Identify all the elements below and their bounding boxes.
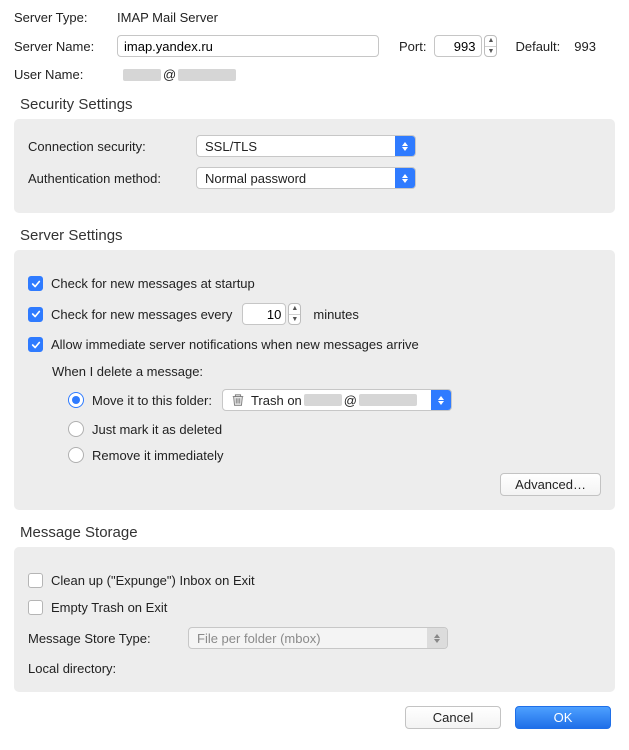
select-arrows-icon: [427, 628, 447, 648]
connection-security-select[interactable]: SSL/TLS: [196, 135, 416, 157]
chevron-down-icon: ▼: [485, 47, 496, 57]
interval-stepper[interactable]: ▲ ▼: [288, 303, 301, 325]
chevron-up-icon: ▲: [289, 304, 300, 315]
empty-trash-checkbox[interactable]: [28, 600, 43, 615]
at-sign: @: [344, 393, 357, 408]
minutes-label: minutes: [313, 307, 359, 322]
server-type-label: Server Type:: [14, 10, 109, 25]
auth-method-value: Normal password: [205, 171, 306, 186]
section-title-storage: Message Storage: [20, 524, 615, 541]
radio-move-folder[interactable]: [68, 392, 84, 408]
radio-remove-immediately[interactable]: [68, 447, 84, 463]
radio-remove-label: Remove it immediately: [92, 448, 224, 463]
default-port-label: Default:: [515, 39, 560, 54]
section-title-server: Server Settings: [20, 227, 615, 244]
user-name-input[interactable]: @: [117, 67, 379, 82]
check-every-checkbox[interactable]: [28, 307, 43, 322]
server-type-value: IMAP Mail Server: [117, 10, 218, 25]
trash-folder-select[interactable]: Trash on @: [222, 389, 452, 411]
check-startup-label: Check for new messages at startup: [51, 276, 255, 291]
cancel-button[interactable]: Cancel: [405, 706, 501, 729]
select-arrows-icon: [431, 390, 451, 410]
redacted-text: [304, 394, 342, 406]
connection-security-value: SSL/TLS: [205, 139, 257, 154]
storage-panel: Clean up ("Expunge") Inbox on Exit Empty…: [14, 547, 615, 692]
redacted-text: [359, 394, 417, 406]
radio-mark-label: Just mark it as deleted: [92, 422, 222, 437]
ok-button[interactable]: OK: [515, 706, 611, 729]
advanced-button[interactable]: Advanced…: [500, 473, 601, 496]
expunge-label: Clean up ("Expunge") Inbox on Exit: [51, 573, 255, 588]
server-name-input[interactable]: [117, 35, 379, 57]
user-name-label: User Name:: [14, 67, 109, 82]
local-directory-label: Local directory:: [28, 661, 601, 676]
security-panel: Connection security: SSL/TLS Authenticat…: [14, 119, 615, 213]
delete-message-title: When I delete a message:: [52, 364, 601, 379]
connection-security-label: Connection security:: [28, 139, 196, 154]
empty-trash-label: Empty Trash on Exit: [51, 600, 167, 615]
check-interval-input[interactable]: [242, 303, 286, 325]
store-type-label: Message Store Type:: [28, 631, 188, 646]
check-startup-checkbox[interactable]: [28, 276, 43, 291]
push-notify-label: Allow immediate server notifications whe…: [51, 337, 419, 352]
expunge-checkbox[interactable]: [28, 573, 43, 588]
server-name-label: Server Name:: [14, 39, 109, 54]
redacted-text: [123, 69, 161, 81]
trash-icon: [231, 393, 245, 407]
port-stepper[interactable]: ▲ ▼: [484, 35, 497, 57]
trash-folder-prefix: Trash on: [251, 393, 302, 408]
chevron-down-icon: ▼: [289, 315, 300, 325]
chevron-up-icon: ▲: [485, 36, 496, 47]
port-input[interactable]: [434, 35, 482, 57]
push-notify-checkbox[interactable]: [28, 337, 43, 352]
radio-mark-deleted[interactable]: [68, 421, 84, 437]
default-port-value: 993: [574, 39, 596, 54]
port-label: Port:: [399, 39, 426, 54]
store-type-select[interactable]: File per folder (mbox): [188, 627, 448, 649]
radio-move-label: Move it to this folder:: [92, 393, 212, 408]
at-sign: @: [163, 67, 176, 82]
select-arrows-icon: [395, 136, 415, 156]
server-panel: Check for new messages at startup Check …: [14, 250, 615, 510]
store-type-value: File per folder (mbox): [197, 631, 321, 646]
auth-method-label: Authentication method:: [28, 171, 196, 186]
redacted-text: [178, 69, 236, 81]
auth-method-select[interactable]: Normal password: [196, 167, 416, 189]
section-title-security: Security Settings: [20, 96, 615, 113]
check-every-label: Check for new messages every: [51, 307, 232, 322]
select-arrows-icon: [395, 168, 415, 188]
